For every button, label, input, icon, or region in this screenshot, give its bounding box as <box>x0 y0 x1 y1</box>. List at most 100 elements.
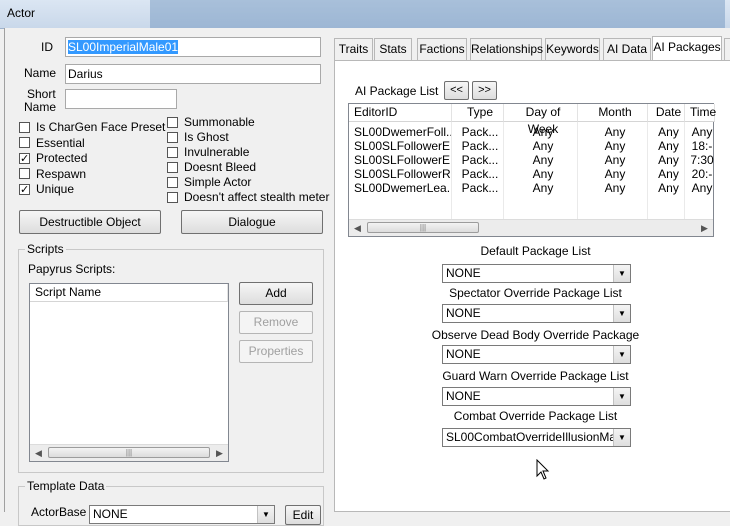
table-cell: 18:- <box>691 139 713 153</box>
flags_left-checkbox-2[interactable]: ✓ Protected <box>19 151 87 165</box>
table-cell: SL00SLFollowerR... <box>354 167 451 181</box>
id-field[interactable]: SL00ImperialMale01 <box>65 37 321 57</box>
checkbox-box[interactable] <box>167 116 178 128</box>
flags_left-checkbox-1[interactable]: Essential <box>19 136 85 150</box>
checkbox-box[interactable]: ✓ <box>19 152 30 164</box>
script-list[interactable]: Script Name ◀ ||| ▶ <box>29 283 229 462</box>
table-row[interactable]: SL00SLFollowerR... Pack... Any Any Any 20:- <box>349 167 713 181</box>
chevron-down-icon[interactable]: ▼ <box>613 388 630 405</box>
flags_right-checkbox-3[interactable]: Doesnt Bleed <box>167 160 256 174</box>
flags_left-checkbox-0[interactable]: Is CharGen Face Preset <box>19 120 165 134</box>
checkbox-label: Doesn't affect stealth meter <box>184 190 330 204</box>
ai-package-list[interactable]: EditorID Type Day of Week Month Date Time SL0… <box>348 103 716 237</box>
column-divider <box>451 122 452 219</box>
checkbox-label: Doesnt Bleed <box>184 160 257 174</box>
flags_right-checkbox-1[interactable]: Is Ghost <box>167 130 229 144</box>
flags_left-checkbox-3[interactable]: Respawn <box>19 167 86 181</box>
spectator-override-select[interactable]: NONE ▼ <box>442 304 631 323</box>
script-list-hscroll[interactable]: ◀ ||| ▶ <box>30 444 228 461</box>
tab-overflow[interactable] <box>724 38 730 60</box>
checkbox-box[interactable]: ✓ <box>19 183 30 195</box>
checkbox-box[interactable] <box>19 168 30 179</box>
table-cell: 7:30 <box>690 153 714 167</box>
next-package-button[interactable]: >> <box>472 81 497 100</box>
package-list-hscroll[interactable]: ◀ ||| ▶ <box>349 219 713 236</box>
name-field[interactable]: Darius <box>65 64 321 84</box>
tab-keywords[interactable]: Keywords <box>545 38 600 60</box>
table-row[interactable]: SL00DwemerLea... Pack... Any Any Any Any <box>349 181 713 195</box>
chevron-down-icon[interactable]: ▼ <box>613 265 630 282</box>
table-row[interactable]: SL00SLFollowerE... Pack... Any Any Any 18:- <box>349 139 713 153</box>
checkbox-box[interactable] <box>167 176 178 188</box>
combat-override-select[interactable]: SL00CombatOverrideIllusionMage ▼ <box>442 428 631 447</box>
add-script-button[interactable]: Add <box>239 282 313 305</box>
checkbox-box[interactable] <box>19 121 30 133</box>
table-cell: Any <box>532 181 554 195</box>
id-label: ID <box>41 40 53 54</box>
tab-ai-packages[interactable]: AI Packages <box>652 36 722 61</box>
table-cell: Pack... <box>461 167 499 181</box>
papyrus-scripts-label: Papyrus Scripts: <box>28 262 116 276</box>
column-header-0[interactable]: EditorID <box>349 104 452 122</box>
table-cell: SL00DwemerLea... <box>354 181 451 195</box>
tab-ai-data[interactable]: AI Data <box>603 38 651 60</box>
checkbox-box[interactable] <box>167 191 178 203</box>
scripts-group: Scripts Papyrus Scripts: Script Name ◀ |… <box>18 242 324 473</box>
chevron-down-icon[interactable]: ▼ <box>257 506 274 523</box>
actor-base-select[interactable]: NONE ▼ <box>89 505 275 524</box>
chevron-down-icon[interactable]: ▼ <box>613 429 630 446</box>
checkbox-label: Invulnerable <box>184 145 250 159</box>
default-package-select[interactable]: NONE ▼ <box>442 264 631 283</box>
default-package-label: Default Package List <box>480 244 591 258</box>
flags_left-checkbox-4[interactable]: ✓ Unique <box>19 182 74 196</box>
table-row[interactable]: SL00DwemerFoll... Pack... Any Any Any Any <box>349 125 713 139</box>
remove-script-button[interactable]: Remove <box>239 311 313 334</box>
script-name-header[interactable]: Script Name <box>30 284 228 302</box>
column-header-5[interactable]: Time <box>685 104 716 122</box>
chevron-down-icon[interactable]: ▼ <box>613 346 630 363</box>
column-divider <box>647 122 648 219</box>
checkbox-label: Unique <box>36 182 75 196</box>
table-cell: Any <box>532 139 554 153</box>
tab-factions[interactable]: Factions <box>417 38 467 60</box>
table-cell: Any <box>658 167 679 181</box>
table-cell: Any <box>691 181 713 195</box>
scroll-left-icon[interactable]: ◀ <box>30 445 47 461</box>
scroll-thumb[interactable]: ||| <box>367 222 479 233</box>
dialogue-button[interactable]: Dialogue <box>181 210 323 234</box>
flags_right-checkbox-0[interactable]: Summonable <box>167 115 255 129</box>
checkbox-box[interactable] <box>167 161 178 173</box>
table-cell: Any <box>604 181 626 195</box>
prev-package-button[interactable]: << <box>444 81 469 100</box>
tab-traits[interactable]: Traits <box>334 38 373 60</box>
flags_right-checkbox-5[interactable]: Doesn't affect stealth meter <box>167 190 329 204</box>
scroll-thumb[interactable]: ||| <box>48 447 210 458</box>
edit-actor-base-button[interactable]: Edit <box>285 505 321 525</box>
scroll-right-icon[interactable]: ▶ <box>696 220 713 236</box>
short-name-field[interactable] <box>65 89 177 109</box>
chevron-down-icon[interactable]: ▼ <box>613 305 630 322</box>
checkbox-label: Simple Actor <box>184 175 252 189</box>
column-header-2[interactable]: Day of Week <box>504 104 578 136</box>
checkbox-box[interactable] <box>167 131 178 143</box>
script-properties-button[interactable]: Properties <box>239 340 313 363</box>
observe-dead-body-select[interactable]: NONE ▼ <box>442 345 631 364</box>
scroll-right-icon[interactable]: ▶ <box>211 445 228 461</box>
checkbox-label: Is Ghost <box>184 130 229 144</box>
destructible-object-button[interactable]: Destructible Object <box>19 210 161 234</box>
flags_right-checkbox-4[interactable]: Simple Actor <box>167 175 251 189</box>
background-window <box>150 0 725 28</box>
table-cell: Pack... <box>461 139 499 153</box>
checkbox-box[interactable] <box>19 137 30 148</box>
guard-warn-select[interactable]: NONE ▼ <box>442 387 631 406</box>
flags_right-checkbox-2[interactable]: Invulnerable <box>167 145 249 159</box>
column-header-1[interactable]: Type <box>452 104 504 122</box>
tab-relationships[interactable]: Relationships <box>470 38 543 60</box>
tab-stats[interactable]: Stats <box>374 38 412 60</box>
actor-base-value: NONE <box>93 507 128 521</box>
scroll-left-icon[interactable]: ◀ <box>349 220 366 236</box>
checkbox-box[interactable] <box>167 146 178 158</box>
table-row[interactable]: SL00SLFollowerE... Pack... Any Any Any 7:30 <box>349 153 714 167</box>
column-header-3[interactable]: Month <box>578 104 648 122</box>
column-header-4[interactable]: Date <box>648 104 685 122</box>
